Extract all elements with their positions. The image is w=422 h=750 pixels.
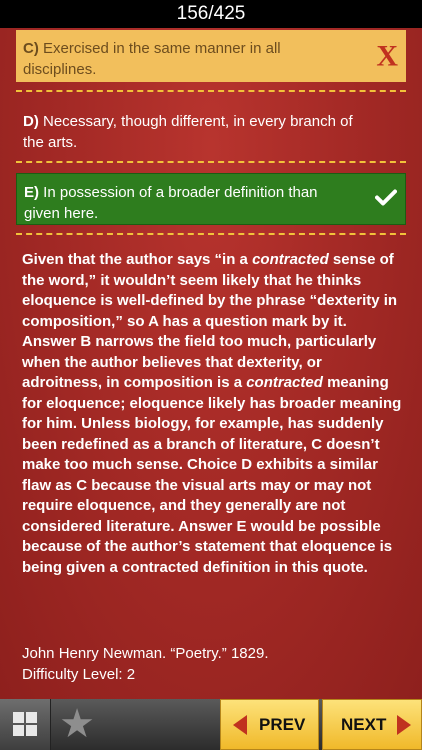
answer-option-c[interactable]: C) Exercised in the same manner in all d…	[16, 30, 406, 82]
option-letter: E)	[24, 184, 39, 201]
option-letter: C)	[23, 40, 39, 57]
answer-explanation: Given that the author says “in a contrac…	[22, 250, 404, 578]
incorrect-x-icon: X	[376, 39, 398, 73]
explanation-emphasis: contracted	[252, 251, 329, 268]
favorite-button[interactable]: ★	[52, 699, 102, 750]
option-text: Exercised in the same manner in all disc…	[23, 40, 281, 78]
explanation-text: Given that the author says “in a	[22, 251, 253, 268]
question-content[interactable]: C) Exercised in the same manner in all d…	[0, 28, 422, 699]
divider	[16, 90, 406, 92]
option-text: In possession of a broader definition th…	[24, 184, 318, 222]
difficulty-level: Difficulty Level: 2	[22, 666, 136, 683]
explanation-text: meaning for eloquence; eloquence likely …	[22, 374, 402, 576]
explanation-text: sense of the word,” it wouldn’t seem lik…	[22, 251, 398, 391]
grid-menu-button[interactable]	[0, 699, 51, 750]
answer-option-d[interactable]: D) Necessary, though different, in every…	[16, 103, 406, 155]
next-button[interactable]: NEXT	[322, 699, 422, 750]
prev-label: PREV	[259, 715, 306, 734]
prev-button[interactable]: PREV	[220, 699, 319, 750]
source-info: John Henry Newman. “Poetry.” 1829. Diffi…	[22, 643, 402, 685]
status-bar: 156/425	[0, 0, 422, 28]
source-citation: John Henry Newman. “Poetry.” 1829.	[22, 645, 269, 662]
bottom-toolbar: ★ PREV NEXT	[0, 699, 422, 750]
divider	[16, 161, 406, 163]
option-letter: D)	[23, 113, 39, 130]
option-text: Necessary, though different, in every br…	[23, 113, 353, 151]
answer-option-e[interactable]: E) In possession of a broader definition…	[16, 173, 406, 225]
next-label: NEXT	[341, 715, 387, 734]
question-counter: 156/425	[176, 3, 246, 24]
arrow-right-icon	[397, 715, 411, 735]
checkmark-icon	[375, 189, 397, 210]
divider	[16, 233, 406, 235]
star-icon: ★	[59, 702, 95, 746]
arrow-left-icon	[233, 715, 247, 735]
explanation-emphasis: contracted	[246, 374, 323, 391]
